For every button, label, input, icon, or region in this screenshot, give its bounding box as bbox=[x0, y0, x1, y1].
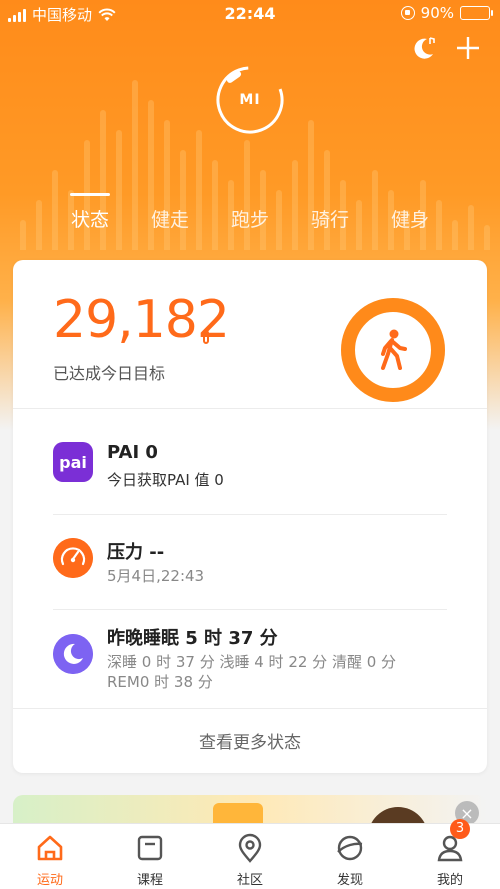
nav-label: 发现 bbox=[336, 873, 363, 888]
add-icon[interactable] bbox=[454, 34, 482, 62]
nav-label: 社区 bbox=[236, 873, 263, 888]
nav-exercise[interactable]: 运动 bbox=[0, 824, 100, 889]
pai-icon: pai bbox=[53, 442, 93, 482]
nav-label: 课程 bbox=[136, 873, 163, 888]
pai-subtitle: 今日获取PAI 值 0 bbox=[107, 471, 224, 489]
section-divider bbox=[13, 408, 487, 409]
course-icon bbox=[137, 835, 163, 861]
sleep-moon-icon bbox=[53, 634, 93, 674]
battery-percent: 90% bbox=[420, 4, 454, 22]
tab-status[interactable]: 状态 bbox=[50, 193, 130, 232]
activity-bar bbox=[324, 150, 330, 250]
row-divider bbox=[53, 609, 447, 610]
battery-icon bbox=[460, 6, 493, 20]
nav-discover[interactable]: 发现 bbox=[300, 824, 400, 889]
nav-label: 运动 bbox=[36, 873, 63, 888]
view-more-status-link[interactable]: 查看更多状态 bbox=[13, 728, 487, 753]
status-bar: 中国移动 22:44 90% bbox=[0, 0, 500, 28]
bottom-nav: 运动 课程 社区 发现 3 我的 bbox=[0, 819, 500, 889]
tab-walking[interactable]: 健走 bbox=[130, 205, 210, 232]
activity-bar bbox=[244, 140, 250, 250]
home-icon bbox=[37, 835, 63, 861]
row-divider bbox=[53, 514, 447, 515]
sleep-detail: 深睡 0 时 37 分 浅睡 4 时 22 分 清醒 0 分 bbox=[107, 653, 397, 671]
steps-unit-icon bbox=[203, 330, 209, 344]
tab-cycling[interactable]: 骑行 bbox=[290, 205, 370, 232]
stress-row[interactable]: 压力 -- 5月4日,22:43 bbox=[53, 538, 453, 618]
activity-bar bbox=[180, 150, 186, 250]
tab-running[interactable]: 跑步 bbox=[210, 205, 290, 232]
nav-label: 我的 bbox=[436, 873, 463, 888]
activity-bar bbox=[116, 130, 122, 250]
pai-row[interactable]: pai PAI 0 今日获取PAI 值 0 bbox=[53, 442, 453, 522]
rotation-lock-icon bbox=[400, 6, 415, 20]
stress-gauge-icon bbox=[53, 538, 93, 578]
community-icon bbox=[238, 833, 262, 863]
nav-community[interactable]: 社区 bbox=[200, 824, 300, 889]
activity-bar bbox=[36, 200, 42, 250]
stress-title: 压力 -- bbox=[107, 542, 165, 563]
nav-courses[interactable]: 课程 bbox=[100, 824, 200, 889]
steps-caption: 已达成今日目标 bbox=[53, 364, 166, 383]
section-divider bbox=[13, 708, 487, 709]
activity-tabs: 状态 健走 跑步 骑行 健身 bbox=[50, 193, 480, 232]
tab-fitness[interactable]: 健身 bbox=[370, 205, 450, 232]
stress-timestamp: 5月4日,22:43 bbox=[107, 567, 205, 585]
activity-bar bbox=[196, 130, 202, 250]
sleep-mode-icon[interactable] bbox=[410, 34, 438, 62]
status-card: 29,182 已达成今日目标 pai PAI 0 今日获取PAI 值 0 压力 … bbox=[13, 260, 487, 773]
device-logo: MI bbox=[239, 92, 261, 108]
activity-bar bbox=[20, 220, 26, 250]
notification-badge: 3 bbox=[450, 819, 470, 839]
pai-title: PAI 0 bbox=[107, 442, 158, 463]
walking-person-icon bbox=[381, 329, 407, 370]
sleep-rem: REM0 时 38 分 bbox=[107, 673, 213, 691]
nav-profile[interactable]: 3 我的 bbox=[400, 819, 500, 889]
activity-bar bbox=[484, 225, 490, 250]
sleep-title: 昨晚睡眠 5 时 37 分 bbox=[107, 628, 278, 649]
sleep-row[interactable]: 昨晚睡眠 5 时 37 分 深睡 0 时 37 分 浅睡 4 时 22 分 清醒… bbox=[53, 624, 453, 704]
discover-icon bbox=[337, 835, 363, 861]
